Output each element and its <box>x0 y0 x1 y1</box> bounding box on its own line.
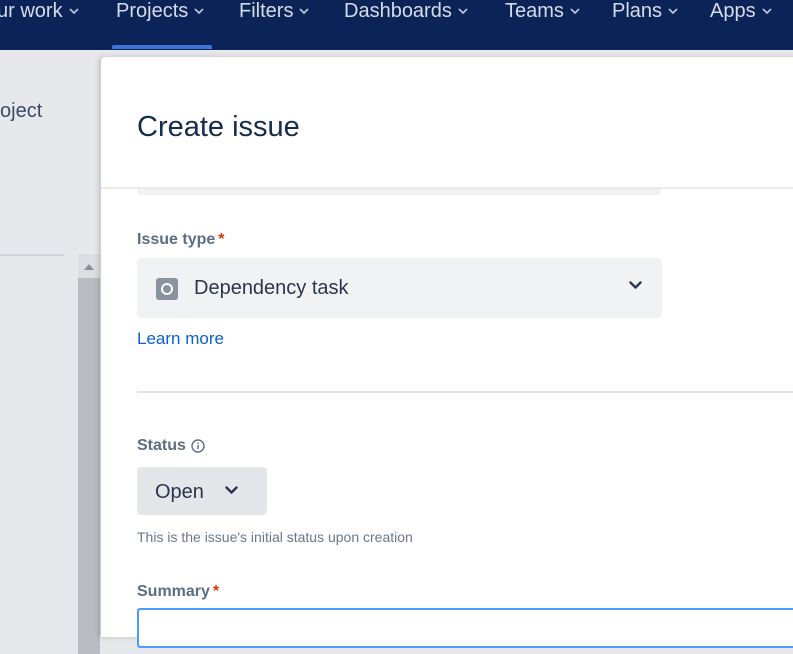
nav-filters-label: Filters <box>239 0 294 22</box>
background-scrollbar[interactable] <box>78 254 100 654</box>
nav-dashboards-label: Dashboards <box>344 0 452 22</box>
chevron-down-icon <box>225 486 238 495</box>
chevron-down-icon <box>761 7 772 15</box>
chevron-down-icon <box>570 7 580 15</box>
status-helper-text: This is the issue's initial status upon … <box>137 529 413 545</box>
required-indicator: * <box>212 583 220 600</box>
status-label-text: Status <box>137 437 186 454</box>
nav-plans-label: Plans <box>612 0 663 22</box>
nav-teams[interactable]: Teams <box>505 0 580 22</box>
issue-type-select[interactable]: Dependency task <box>137 258 662 318</box>
chevron-down-icon <box>68 7 79 15</box>
nav-projects[interactable]: Projects <box>116 0 204 22</box>
status-label: Status <box>137 437 205 455</box>
chevron-down-icon <box>629 281 642 290</box>
background-page-title: oject <box>0 100 43 122</box>
learn-more-link[interactable]: Learn more <box>137 329 224 349</box>
required-indicator: * <box>218 231 225 248</box>
nav-your-work-label: ur work <box>0 0 63 22</box>
create-issue-modal: Create issue Issue type * Dependency tas… <box>101 57 793 648</box>
section-divider <box>137 391 793 393</box>
chevron-down-icon <box>299 7 310 15</box>
status-dropdown-button[interactable]: Open <box>137 467 267 515</box>
top-navigation: ur work Projects Filters Dashboards Team… <box>0 0 793 50</box>
nav-plans[interactable]: Plans <box>612 0 678 22</box>
nav-apps-label: Apps <box>710 0 756 22</box>
issue-type-label-text: Issue type <box>137 231 216 248</box>
chevron-down-icon <box>458 7 468 15</box>
chevron-down-icon <box>668 7 678 15</box>
nav-projects-label: Projects <box>116 0 189 22</box>
modal-title: Create issue <box>137 111 300 143</box>
chevron-down-icon <box>194 7 204 15</box>
scroll-up-icon[interactable] <box>78 254 100 278</box>
status-value: Open <box>155 481 204 503</box>
summary-label: Summary * <box>137 583 219 601</box>
summary-label-text: Summary <box>137 583 210 600</box>
nav-dashboards[interactable]: Dashboards <box>344 0 468 22</box>
background-divider <box>0 254 64 256</box>
active-nav-indicator <box>112 45 212 49</box>
dependency-task-icon <box>156 278 178 300</box>
previous-field[interactable] <box>137 189 661 195</box>
nav-apps[interactable]: Apps <box>710 0 772 22</box>
nav-filters[interactable]: Filters <box>239 0 310 22</box>
summary-input[interactable] <box>137 608 793 648</box>
issue-type-value: Dependency task <box>194 277 349 299</box>
issue-type-label: Issue type * <box>137 231 225 249</box>
info-icon[interactable] <box>191 439 205 453</box>
nav-your-work[interactable]: ur work <box>0 0 79 22</box>
nav-teams-label: Teams <box>505 0 564 22</box>
